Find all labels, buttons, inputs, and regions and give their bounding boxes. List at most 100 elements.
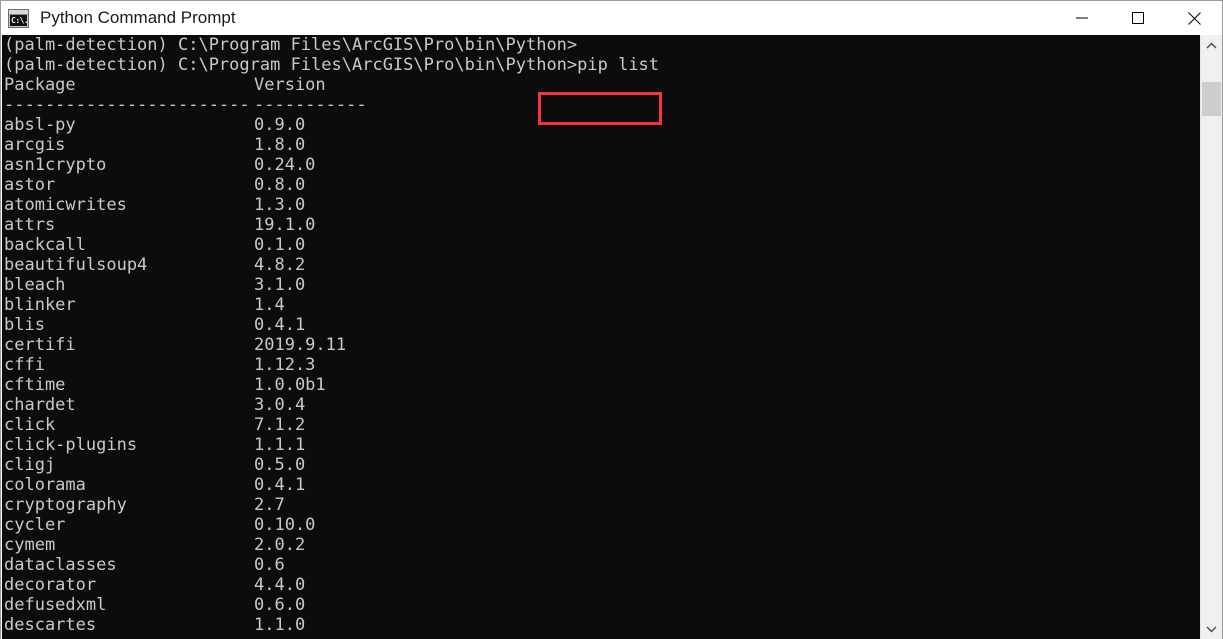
package-name: cftime — [4, 375, 66, 395]
package-version: 0.5.0 — [254, 455, 306, 475]
package-row: cryptography 2.7 — [4, 495, 659, 515]
package-version: 3.1.0 — [254, 275, 306, 295]
close-button[interactable] — [1166, 1, 1222, 35]
console-text: (palm-detection) C:\Program Files\ArcGIS… — [4, 35, 659, 635]
close-icon — [1187, 11, 1201, 25]
maximize-icon — [1132, 12, 1144, 24]
maximize-button[interactable] — [1110, 1, 1166, 35]
package-row: bleach 3.1.0 — [4, 275, 659, 295]
package-version: 0.4.1 — [254, 475, 306, 495]
prompt-line: (palm-detection) C:\Program Files\ArcGIS… — [4, 35, 578, 55]
package-version: 1.3.0 — [254, 195, 306, 215]
command-line: (palm-detection) C:\Program Files\ArcGIS… — [4, 55, 660, 75]
package-row: dataclasses 0.6 — [4, 555, 659, 575]
package-row: click 7.1.2 — [4, 415, 659, 435]
package-name: colorama — [4, 475, 86, 495]
scrollbar-track[interactable] — [1201, 56, 1222, 618]
package-name: blinker — [4, 295, 76, 315]
title-bar-left: C:\. Python Command Prompt — [1, 8, 1054, 28]
package-name: cffi — [4, 355, 45, 375]
package-name: defusedxml — [4, 595, 107, 615]
package-version: 4.4.0 — [254, 575, 306, 595]
package-name: cryptography — [4, 495, 127, 515]
package-name: astor — [4, 175, 56, 195]
package-name: dataclasses — [4, 555, 117, 575]
package-row: cftime 1.0.0b1 — [4, 375, 659, 395]
scroll-up-button[interactable] — [1201, 35, 1222, 56]
window-title: Python Command Prompt — [40, 8, 236, 27]
package-row: chardet 3.0.4 — [4, 395, 659, 415]
package-row: astor 0.8.0 — [4, 175, 659, 195]
package-version: 0.1.0 — [254, 235, 306, 255]
cmd-icon-screen-text: C:\. — [10, 14, 27, 26]
package-name: Package — [4, 75, 76, 95]
package-version: 0.6 — [254, 555, 285, 575]
console-output-area[interactable]: (palm-detection) C:\Program Files\ArcGIS… — [2, 35, 1201, 639]
package-row: descartes 1.1.0 — [4, 615, 659, 635]
package-row: absl-py 0.9.0 — [4, 115, 659, 135]
minimize-icon — [1076, 17, 1088, 19]
title-bar[interactable]: C:\. Python Command Prompt — [1, 1, 1222, 35]
package-name: chardet — [4, 395, 76, 415]
package-version: 2.7 — [254, 495, 285, 515]
package-name: atomicwrites — [4, 195, 127, 215]
package-row: colorama 0.4.1 — [4, 475, 659, 495]
package-version: 0.24.0 — [254, 155, 316, 175]
package-version: 2.0.2 — [254, 535, 306, 555]
package-row: blis 0.4.1 — [4, 315, 659, 335]
package-name: ------------------------ — [4, 95, 250, 115]
package-version: 3.0.4 — [254, 395, 306, 415]
package-name: click-plugins — [4, 435, 138, 455]
package-row: backcall 0.1.0 — [4, 235, 659, 255]
package-version: 1.4 — [254, 295, 285, 315]
package-row: certifi 2019.9.11 — [4, 335, 659, 355]
package-version: 0.6.0 — [254, 595, 306, 615]
package-row: beautifulsoup4 4.8.2 — [4, 255, 659, 275]
package-version: 1.1.0 — [254, 615, 306, 635]
package-name: bleach — [4, 275, 66, 295]
package-version: 2019.9.11 — [254, 335, 347, 355]
package-version: 0.9.0 — [254, 115, 306, 135]
package-row: decorator 4.4.0 — [4, 575, 659, 595]
package-version: 1.1.1 — [254, 435, 306, 455]
package-version: 0.10.0 — [254, 515, 316, 535]
minimize-button[interactable] — [1054, 1, 1110, 35]
package-version: 1.12.3 — [254, 355, 316, 375]
scrollbar-thumb[interactable] — [1202, 82, 1221, 116]
package-row: atomicwrites 1.3.0 — [4, 195, 659, 215]
package-version: 1.8.0 — [254, 135, 306, 155]
package-row: cligj 0.5.0 — [4, 455, 659, 475]
package-row: arcgis 1.8.0 — [4, 135, 659, 155]
package-version: 1.0.0b1 — [254, 375, 326, 395]
package-name: backcall — [4, 235, 86, 255]
package-row: blinker 1.4 — [4, 295, 659, 315]
package-version: 19.1.0 — [254, 215, 316, 235]
package-version: 7.1.2 — [254, 415, 306, 435]
package-row: defusedxml 0.6.0 — [4, 595, 659, 615]
column-separator-row: ------------------------ ----------- — [4, 95, 659, 115]
scroll-down-button[interactable] — [1201, 618, 1222, 639]
window-controls — [1054, 1, 1222, 35]
package-version: 4.8.2 — [254, 255, 306, 275]
chevron-down-icon — [1206, 626, 1217, 632]
package-row: click-plugins 1.1.1 — [4, 435, 659, 455]
package-row: cymem 2.0.2 — [4, 535, 659, 555]
package-name: beautifulsoup4 — [4, 255, 148, 275]
package-name: certifi — [4, 335, 76, 355]
package-name: click — [4, 415, 56, 435]
package-name: asn1crypto — [4, 155, 107, 175]
package-name: decorator — [4, 575, 97, 595]
package-name: descartes — [4, 615, 97, 635]
package-name: blis — [4, 315, 45, 335]
package-name: cymem — [4, 535, 56, 555]
package-name: cligj — [4, 455, 56, 475]
python-command-prompt-window: C:\. Python Command Prompt (palm-detecti… — [0, 0, 1223, 639]
vertical-scrollbar[interactable] — [1200, 35, 1222, 639]
package-name: cycler — [4, 515, 66, 535]
package-row: cycler 0.10.0 — [4, 515, 659, 535]
package-row: cffi 1.12.3 — [4, 355, 659, 375]
package-name: attrs — [4, 215, 56, 235]
cmd-prompt-icon: C:\. — [8, 8, 29, 28]
package-row: asn1crypto 0.24.0 — [4, 155, 659, 175]
package-name: arcgis — [4, 135, 66, 155]
